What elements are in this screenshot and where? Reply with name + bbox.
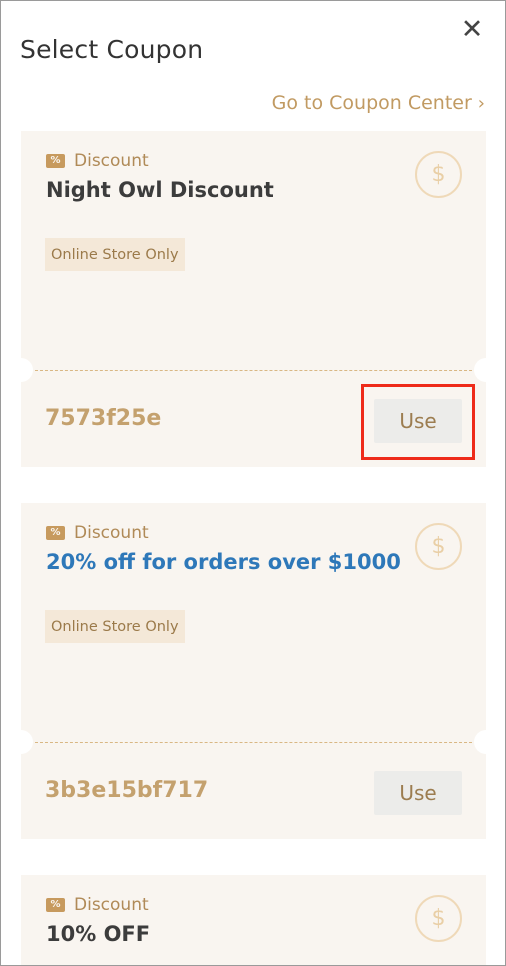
ticket-icon [46,153,65,168]
coupon-card-top: Discount 20% off for orders over $1000 $… [9,503,498,754]
coupon-card: Discount 20% off for orders over $1000 $… [9,503,498,839]
coupon-type: Discount [46,895,149,915]
coupon-name: 10% OFF [46,922,151,946]
ticket-icon [46,897,65,912]
coupon-name: Night Owl Discount [46,178,274,202]
coupon-card-top: Discount Night Owl Discount $ Online Sto… [9,131,498,382]
coupon-dialog: Select Coupon ✕ Go to Coupon Center › Di… [0,0,506,966]
use-button[interactable]: Use [374,771,462,815]
coupon-type: Discount [46,151,149,171]
chevron-right-icon: › [477,92,485,114]
coupon-card-top: Discount 10% OFF $ [21,875,486,965]
coupon-code: 3b3e15bf717 [45,778,209,803]
use-button[interactable]: Use [374,399,462,443]
ticket-icon [46,525,65,540]
coupon-card-bottom: 3b3e15bf717 Use [21,743,486,839]
coupon-type: Discount [46,523,149,543]
coupon-code: 7573f25e [45,406,162,431]
coupon-type-label: Discount [74,895,149,915]
dollar-icon: $ [415,151,462,198]
close-icon[interactable]: ✕ [459,16,485,43]
coupon-tag: Online Store Only [45,610,185,643]
dollar-icon: $ [415,523,462,570]
coupon-card-bottom: 7573f25e Use [21,371,486,467]
coupon-type-label: Discount [74,151,149,171]
coupon-center-link[interactable]: Go to Coupon Center › [272,92,485,114]
dollar-icon: $ [415,895,462,942]
coupon-center-link-label: Go to Coupon Center [271,92,472,114]
dialog-title: Select Coupon [20,35,204,64]
coupon-type-label: Discount [74,523,149,543]
coupon-name: 20% off for orders over $1000 [46,550,401,574]
coupon-card: Discount 10% OFF $ [21,875,486,965]
coupon-card: Discount Night Owl Discount $ Online Sto… [9,131,498,467]
coupon-tag: Online Store Only [45,238,185,271]
